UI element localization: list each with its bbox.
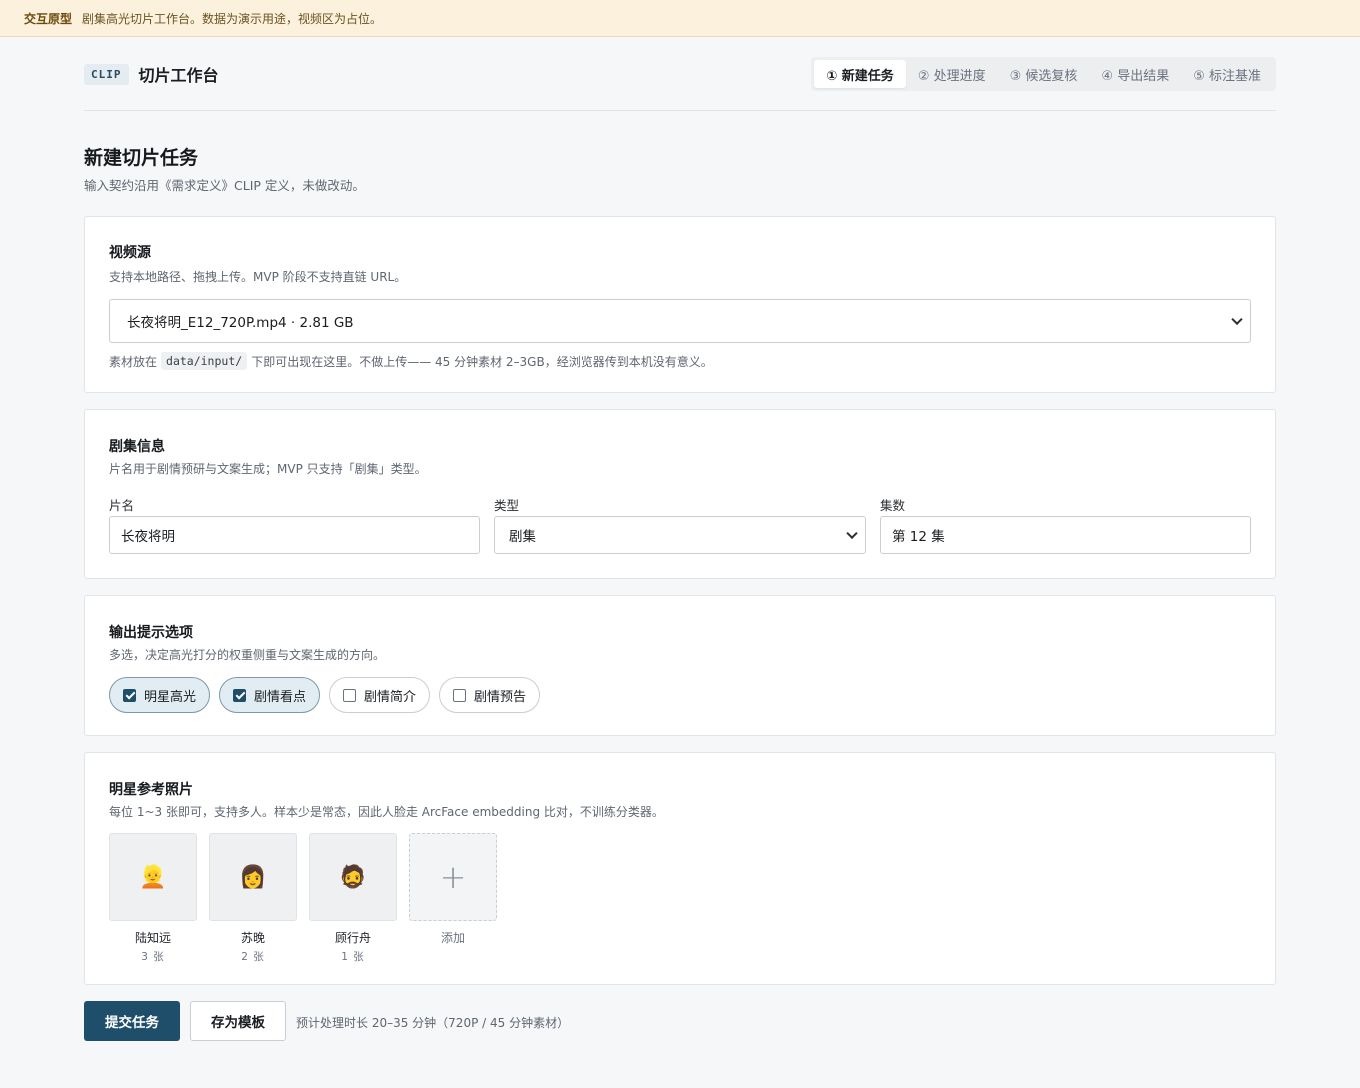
option-label: 剧情简介 <box>364 689 417 705</box>
step-tabs: ① 新建任务 ② 处理进度 ③ 候选复核 ④ 导出结果 ⑤ 标注基准 <box>811 57 1276 91</box>
hint-text-after: 下即可出现在这里。不做上传—— 45 分钟素材 2–3GB，经浏览器传到本机没有… <box>251 354 713 369</box>
chevron-down-icon <box>846 527 858 540</box>
series-name-input[interactable]: 长夜将明 <box>109 516 480 554</box>
add-photo-item[interactable]: + 添加 <box>409 833 497 964</box>
brand: CLIP 切片工作台 <box>84 62 219 86</box>
series-type-select[interactable]: 剧集 <box>494 516 866 554</box>
video-source-hint: 素材放在 data/input/ 下即可出现在这里。不做上传—— 45 分钟素材… <box>109 352 713 370</box>
series-info-card: 剧集信息 片名用于剧情预研与文案生成；MVP 只支持「剧集」类型。 片名 长夜将… <box>84 409 1276 579</box>
banner-tag: 交互原型 <box>24 11 73 26</box>
checkbox-icon[interactable] <box>343 688 357 702</box>
star-photos-subtitle: 每位 1~3 张即可，支持多人。样本少是常态，因此人脸走 ArcFace emb… <box>109 805 664 819</box>
app-title: 切片工作台 <box>138 66 219 85</box>
star-name: 苏晚 <box>240 931 265 945</box>
brand-chip: CLIP <box>84 63 129 85</box>
video-source-value: 长夜将明_E12_720P.mp4 · 2.81 GB <box>127 315 354 331</box>
prototype-banner: 交互原型 剧集高光切片工作台。数据为演示用途，视频区为占位。 <box>0 0 1360 37</box>
tab-progress[interactable]: ② 处理进度 <box>906 60 998 88</box>
tab-export[interactable]: ④ 导出结果 <box>1089 60 1181 88</box>
page-subtitle: 输入契约沿用《需求定义》CLIP 定义，未做改动。 <box>84 178 365 193</box>
input-path-code: data/input/ <box>161 352 248 370</box>
name-label: 片名 <box>109 498 135 513</box>
app-header: CLIP 切片工作台 ① 新建任务 ② 处理进度 ③ 候选复核 ④ 导出结果 ⑤… <box>84 57 1276 111</box>
series-info-subtitle: 片名用于剧情预研与文案生成；MVP 只支持「剧集」类型。 <box>109 462 427 476</box>
star-photo-count: 2 张 <box>241 951 265 963</box>
chevron-down-icon <box>1231 313 1243 326</box>
checkbox-checked-icon[interactable] <box>123 688 136 702</box>
star-photos-title: 明星参考照片 <box>109 782 193 798</box>
star-photo-count: 3 张 <box>141 951 165 963</box>
option-plot-highlight[interactable]: 剧情看点 <box>219 677 321 713</box>
checkbox-icon[interactable] <box>453 688 467 702</box>
save-template-button[interactable]: 存为模板 <box>190 1001 286 1041</box>
add-photo-label: 添加 <box>440 931 465 945</box>
series-info-title: 剧集信息 <box>109 439 165 455</box>
output-options-title: 输出提示选项 <box>109 625 193 641</box>
video-source-title: 视频源 <box>109 245 151 261</box>
star-photos-card: 明星参考照片 每位 1~3 张即可，支持多人。样本少是常态，因此人脸走 ArcF… <box>84 752 1276 985</box>
video-source-card: 视频源 支持本地路径、拖拽上传。MVP 阶段不支持直链 URL。 长夜将明_E1… <box>84 216 1276 393</box>
star-photo-list: 👱 陆知远 3 张 👩 苏晚 2 张 🧔 顾行舟 1 张 + 添加 <box>109 833 497 964</box>
star-photo-item[interactable]: 👱 陆知远 3 张 <box>109 833 197 964</box>
banner-text: 剧集高光切片工作台。数据为演示用途，视频区为占位。 <box>82 11 383 26</box>
hint-text-before: 素材放在 <box>109 354 158 369</box>
avatar[interactable]: 🧔 <box>309 833 397 921</box>
output-options-card: 输出提示选项 多选，决定高光打分的权重侧重与文案生成的方向。 明星高光 剧情看点… <box>84 595 1276 736</box>
tab-benchmark[interactable]: ⑤ 标注基准 <box>1181 60 1273 88</box>
star-photo-item[interactable]: 👩 苏晚 2 张 <box>209 833 297 964</box>
star-photo-item[interactable]: 🧔 顾行舟 1 张 <box>309 833 397 964</box>
checkbox-checked-icon[interactable] <box>233 688 247 702</box>
processing-estimate: 预计处理时长 20–35 分钟（720P / 45 分钟素材） <box>296 1016 570 1030</box>
option-label: 剧情预告 <box>474 689 527 705</box>
star-name: 陆知远 <box>134 931 171 945</box>
option-plot-summary[interactable]: 剧情简介 <box>329 677 431 713</box>
plus-icon: + <box>439 858 467 896</box>
page-title: 新建切片任务 <box>84 147 199 169</box>
avatar[interactable]: 👩 <box>209 833 297 921</box>
option-plot-preview[interactable]: 剧情预告 <box>439 677 541 713</box>
star-photo-count: 1 张 <box>341 951 365 963</box>
series-type-value: 剧集 <box>509 529 536 545</box>
episode-input[interactable]: 第 12 集 <box>880 516 1251 554</box>
tab-review[interactable]: ③ 候选复核 <box>998 60 1090 88</box>
add-photo-button[interactable]: + <box>409 833 497 921</box>
output-options-group: 明星高光 剧情看点 剧情简介 剧情预告 <box>109 677 541 713</box>
option-label: 明星高光 <box>144 689 197 705</box>
output-options-subtitle: 多选，决定高光打分的权重侧重与文案生成的方向。 <box>109 648 386 662</box>
episode-label: 集数 <box>880 498 906 513</box>
option-label: 剧情看点 <box>254 689 307 705</box>
star-name: 顾行舟 <box>334 931 371 945</box>
video-source-subtitle: 支持本地路径、拖拽上传。MVP 阶段不支持直链 URL。 <box>109 270 407 284</box>
submit-task-button[interactable]: 提交任务 <box>84 1001 180 1041</box>
video-source-select[interactable]: 长夜将明_E12_720P.mp4 · 2.81 GB <box>109 299 1251 343</box>
tab-new-task[interactable]: ① 新建任务 <box>814 60 906 88</box>
avatar[interactable]: 👱 <box>109 833 197 921</box>
type-label: 类型 <box>494 498 520 513</box>
option-star-highlight[interactable]: 明星高光 <box>109 677 211 713</box>
